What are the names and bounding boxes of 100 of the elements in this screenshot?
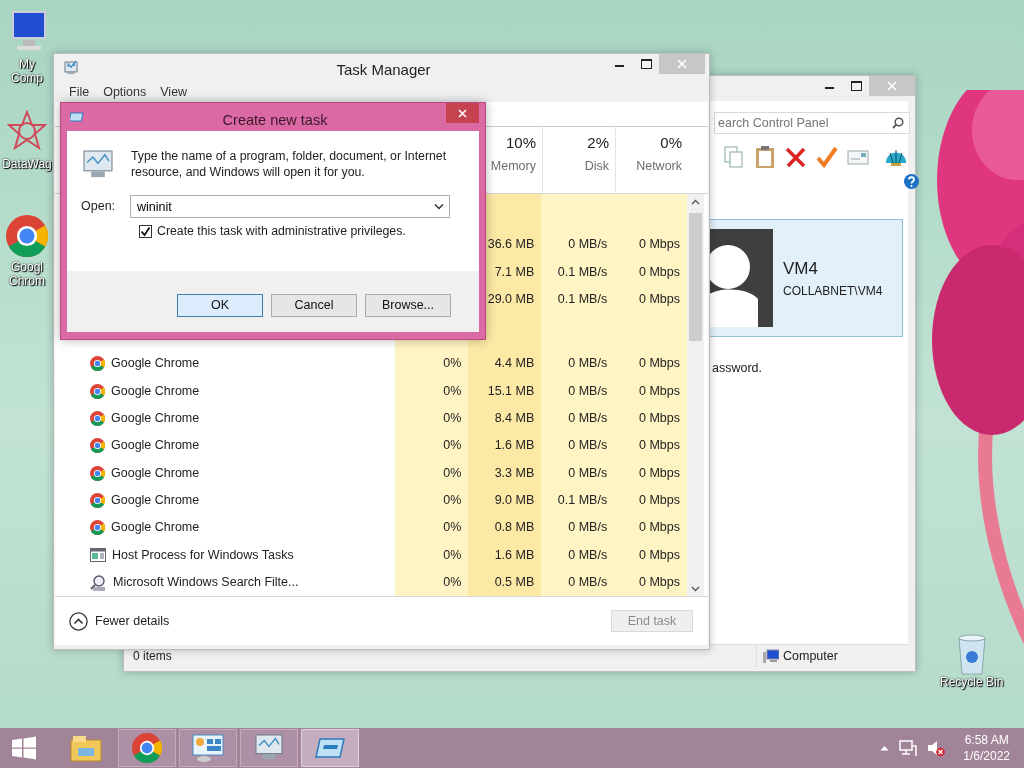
window-icon xyxy=(90,548,106,563)
table-cell: 0 Mbps xyxy=(614,404,688,433)
table-cell: 0 MB/s xyxy=(541,459,615,487)
column-header[interactable]: 0% Network xyxy=(615,127,688,194)
column-header[interactable]: 2% Disk xyxy=(542,127,615,194)
scrollbar[interactable] xyxy=(687,194,704,597)
dialog-message: Type the name of a program, folder, document, or Internet resource, and Windows will open it for you. xyxy=(131,149,448,181)
table-cell: 0 MB/s xyxy=(541,404,615,433)
dialog-button[interactable]: Browse... xyxy=(365,294,451,317)
table-cell: 0% xyxy=(395,541,469,569)
user-name: VM4 xyxy=(783,258,819,281)
taskbar-button[interactable] xyxy=(240,729,298,767)
control-panel-icon xyxy=(192,733,224,763)
taskbar-button[interactable] xyxy=(179,729,237,767)
chrome-icon xyxy=(90,383,105,399)
table-cell: 0% xyxy=(395,432,469,460)
process-name: Google Chrome xyxy=(111,464,200,482)
table-cell: 0.1 MB/s xyxy=(541,258,615,286)
table-cell: 0% xyxy=(395,459,469,487)
clipboard-icon[interactable] xyxy=(753,145,777,169)
maximize-icon xyxy=(640,59,652,69)
table-cell: 0.8 MB xyxy=(468,514,542,542)
help-icon[interactable] xyxy=(904,174,919,189)
table-cell: 8.4 MB xyxy=(468,404,542,433)
menu-item[interactable]: View xyxy=(153,83,195,102)
table-cell: 0.1 MB/s xyxy=(541,486,615,515)
table-cell: 0% xyxy=(395,404,469,433)
table-cell: 3.3 MB xyxy=(468,459,542,487)
table-cell: 0% xyxy=(395,568,469,597)
body-text: assword. xyxy=(712,360,764,377)
search-icon[interactable] xyxy=(892,117,904,129)
table-cell: 0 Mbps xyxy=(614,514,688,542)
close-button[interactable] xyxy=(446,103,479,123)
dialog-button[interactable]: Cancel xyxy=(271,294,357,317)
fewer-details-button[interactable]: Fewer details xyxy=(69,611,170,631)
checkbox-label[interactable]: Create this task with administrative privileges. xyxy=(157,222,406,241)
table-cell: 0 MB/s xyxy=(541,350,615,378)
computer-icon xyxy=(763,649,779,663)
chrome-icon xyxy=(90,438,105,454)
table-cell: 0.5 MB xyxy=(468,568,542,597)
process-name: Google Chrome xyxy=(111,437,200,455)
show-hidden-icons-icon[interactable] xyxy=(880,745,890,751)
table-cell: 0 Mbps xyxy=(614,486,688,515)
volume-muted-icon[interactable] xyxy=(927,739,946,757)
close-icon xyxy=(458,108,467,118)
user-card[interactable]: VM4 COLLABNET\VM4 xyxy=(707,219,903,337)
table-cell: 0 MB/s xyxy=(541,568,615,597)
run-icon xyxy=(70,112,84,122)
taskbar-button[interactable] xyxy=(118,729,176,767)
scroll-down-icon[interactable] xyxy=(691,586,700,593)
process-name: Google Chrome xyxy=(111,382,200,400)
process-name: Microsoft Windows Search Filte... xyxy=(113,574,299,592)
table-cell: 0.1 MB/s xyxy=(541,285,615,314)
open-combobox[interactable]: wininit xyxy=(130,195,451,218)
search-field[interactable]: earch Control Panel xyxy=(714,112,910,134)
chrome-icon xyxy=(90,411,105,426)
table-cell: 0 Mbps xyxy=(614,459,688,487)
chrome-icon xyxy=(90,356,105,372)
chrome-icon xyxy=(90,465,105,481)
table-cell: 0% xyxy=(395,486,469,515)
scrollbar-thumb[interactable] xyxy=(689,213,702,342)
process-name: Google Chrome xyxy=(111,355,200,373)
table-cell: 0% xyxy=(395,514,469,542)
table-cell: 0% xyxy=(395,350,469,378)
table-cell: 1.6 MB xyxy=(468,432,542,460)
table-cell: 0 Mbps xyxy=(614,541,688,569)
field-label: Open: xyxy=(81,198,116,216)
run-icon xyxy=(315,737,345,759)
window-title: Task Manager xyxy=(335,60,432,80)
table-cell: 0 Mbps xyxy=(614,258,688,286)
table-cell: 0 Mbps xyxy=(614,231,688,259)
location-label: Computer xyxy=(783,647,838,665)
table-cell: 0 Mbps xyxy=(614,377,688,405)
network-icon[interactable] xyxy=(899,739,918,757)
account-name: COLLABNET\VM4 xyxy=(783,282,883,300)
delete-icon[interactable] xyxy=(784,145,808,169)
scroll-up-icon[interactable] xyxy=(691,199,700,206)
table-cell: 0 Mbps xyxy=(614,285,688,314)
folder-icon xyxy=(70,734,102,762)
close-icon xyxy=(677,59,687,69)
table-cell: 0 MB/s xyxy=(541,231,615,259)
table-cell: 0 Mbps xyxy=(614,432,688,460)
item-count: 0 items xyxy=(133,648,172,665)
windows-logo-icon xyxy=(11,736,37,760)
dialog-title: Create new task xyxy=(221,111,329,130)
maximize-icon xyxy=(850,81,862,91)
chevron-up-icon xyxy=(69,611,88,631)
chrome-icon xyxy=(90,493,105,508)
taskbar-button[interactable] xyxy=(301,729,359,767)
checkbox[interactable] xyxy=(139,224,152,238)
dialog-button[interactable]: OK xyxy=(177,294,263,317)
menu-item[interactable]: Options xyxy=(96,83,154,102)
chrome-icon xyxy=(6,215,48,257)
process-name: Google Chrome xyxy=(111,410,200,428)
table-cell: 15.1 MB xyxy=(468,377,542,405)
checkmark-icon[interactable] xyxy=(815,145,839,169)
menu-item[interactable]: File xyxy=(62,83,97,102)
table-cell: 0 MB/s xyxy=(541,514,615,542)
table-cell: 9.0 MB xyxy=(468,486,542,515)
chrome-icon xyxy=(132,733,162,763)
